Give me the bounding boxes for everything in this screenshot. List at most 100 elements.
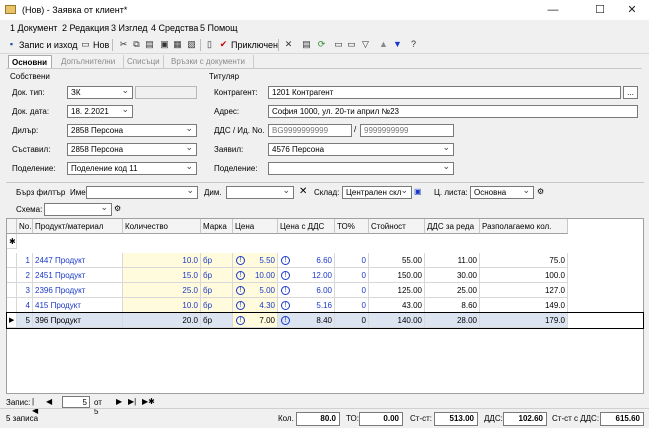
cell-no[interactable]: 4 [17, 298, 33, 313]
cell-discount[interactable]: 0 [335, 313, 369, 328]
price-info-icon[interactable]: ! [236, 301, 245, 310]
cell-discount[interactable]: 0 [335, 253, 369, 268]
table-row[interactable]: 3 2396 Продукт 25.0 бр! 5.00! 6.00 0 125.00 25.0… [7, 283, 643, 298]
last-record-button[interactable]: ▶| [128, 397, 136, 406]
cell-quantity[interactable]: 15.0 [123, 268, 201, 283]
row-selector[interactable] [7, 268, 17, 283]
schema-select[interactable] [44, 203, 112, 216]
menu-document[interactable]: 1 Документ [10, 23, 57, 33]
doc-date-field[interactable]: 18. 2.2021 [67, 105, 133, 118]
cell-value[interactable]: 140.00 [369, 313, 425, 328]
col-quantity[interactable]: Количество [123, 219, 201, 234]
address-field[interactable]: София 1000, ул. 20-ти април №23 [268, 105, 638, 118]
cell-brand[interactable]: бр [201, 298, 233, 313]
cell-price[interactable]: ! 5.50 [233, 253, 278, 268]
cell-available[interactable]: 179.0 [480, 313, 568, 328]
items-grid[interactable]: No. Продукт/материал Количество Марка Це… [6, 218, 644, 394]
row-selector[interactable] [7, 253, 17, 268]
price-info-icon[interactable]: ! [236, 271, 245, 280]
cell-available[interactable]: 100.0 [480, 268, 568, 283]
print-icon[interactable]: ▦ [172, 39, 183, 50]
cell-no[interactable]: 3 [17, 283, 33, 298]
id-number-field[interactable]: 9999999999 [360, 124, 454, 137]
paste-icon[interactable]: ▤ [144, 39, 155, 50]
tab-doc-links[interactable]: Връзки с документи [168, 55, 254, 68]
table-row[interactable]: ▶ 5 396 Продукт 20.0 бр! 7.00! 8.40 0 140.00 28.0… [6, 312, 644, 329]
cell-no[interactable]: 2 [17, 268, 33, 283]
new-button[interactable]: Нов [93, 38, 109, 52]
cell-row-vat[interactable]: 28.00 [425, 313, 480, 328]
page-icon[interactable]: ▭ [333, 39, 344, 50]
contragent-browse-button[interactable]: ... [623, 86, 638, 99]
price-info-icon[interactable]: ! [281, 301, 290, 310]
compiler-select[interactable]: 2858 Персона [67, 143, 197, 156]
document-icon[interactable]: ▯ [204, 39, 215, 50]
menu-view[interactable]: 3 Изглед [111, 23, 148, 33]
tab-main[interactable]: Основни [8, 55, 52, 68]
pricelist-select[interactable]: Основна [470, 186, 534, 199]
cell-price[interactable]: ! 5.00 [233, 283, 278, 298]
table-row[interactable]: 2 2451 Продукт 15.0 бр! 10.00! 12.00 0 150.00 30… [7, 268, 643, 283]
cell-brand[interactable]: бр [201, 268, 233, 283]
cell-price-vat[interactable]: ! 12.00 [278, 268, 335, 283]
cell-available[interactable]: 75.0 [480, 253, 568, 268]
cell-no[interactable]: 5 [17, 313, 33, 328]
close-button[interactable]: ✕ [617, 2, 647, 18]
price-info-icon[interactable]: ! [236, 256, 245, 265]
dealer-select[interactable]: 2858 Персона [67, 124, 197, 137]
export-icon[interactable]: ▧ [186, 39, 197, 50]
cell-quantity[interactable]: 25.0 [123, 283, 201, 298]
page-copy-icon[interactable]: ▭ [346, 39, 357, 50]
warehouse-options-icon[interactable]: ▣ [414, 187, 422, 196]
tab-additional[interactable]: Допълнителни [58, 55, 124, 68]
cell-brand[interactable]: бр [201, 253, 233, 268]
division-select[interactable]: Поделение код 11 [67, 162, 197, 175]
col-product[interactable]: Продукт/материал [33, 219, 123, 234]
row-selector[interactable] [7, 298, 17, 313]
insert-row-icon[interactable]: ▤ [301, 39, 312, 50]
cell-value[interactable]: 43.00 [369, 298, 425, 313]
menu-tools[interactable]: 4 Средства [151, 23, 198, 33]
next-record-button[interactable]: ▶ [116, 397, 122, 406]
schema-options-icon[interactable]: ⚙ [114, 204, 121, 213]
current-record-field[interactable]: 5 [62, 396, 90, 408]
dim-filter-select[interactable] [226, 186, 294, 199]
save-exit-button[interactable]: Запис и изход [19, 38, 77, 52]
cell-value[interactable]: 55.00 [369, 253, 425, 268]
cell-product[interactable]: 415 Продукт [33, 298, 123, 313]
contragent-field[interactable]: 1201 Контрагент [268, 86, 621, 99]
print-preview-icon[interactable]: ▣ [159, 39, 170, 50]
cell-available[interactable]: 149.0 [480, 298, 568, 313]
cell-product[interactable]: 2451 Продукт [33, 268, 123, 283]
cell-discount[interactable]: 0 [335, 298, 369, 313]
cell-price-vat[interactable]: ! 5.16 [278, 298, 335, 313]
doc-number-field[interactable] [135, 86, 197, 99]
table-row[interactable]: 4 415 Продукт 10.0 бр! 4.30! 5.16 0 43.00 8.60 14… [7, 298, 643, 313]
col-discount[interactable]: ТО% [335, 219, 369, 234]
maximize-button[interactable]: ☐ [585, 2, 615, 18]
filter-icon[interactable]: ▽ [360, 39, 371, 50]
menu-edit[interactable]: 2 Редакция [62, 23, 109, 33]
cell-price[interactable]: ! 4.30 [233, 298, 278, 313]
menu-help[interactable]: 5 Помощ [200, 23, 238, 33]
row-selector[interactable]: ▶ [7, 313, 17, 328]
delete-icon[interactable]: ✕ [283, 39, 294, 50]
col-no[interactable]: No. [17, 219, 33, 234]
cell-available[interactable]: 127.0 [480, 283, 568, 298]
col-available[interactable]: Разполагаемо кол. [480, 219, 568, 234]
name-filter-select[interactable] [86, 186, 198, 199]
new-row[interactable]: ✱ [7, 234, 643, 249]
col-price-vat[interactable]: Цена с ДДС [278, 219, 335, 234]
doc-type-select[interactable]: ЗК [67, 86, 133, 99]
cell-price[interactable]: ! 10.00 [233, 268, 278, 283]
copy-icon[interactable]: ⧉ [131, 39, 142, 50]
vat-number-field[interactable]: BG9999999999 [268, 124, 352, 137]
cell-no[interactable]: 1 [17, 253, 33, 268]
cell-quantity[interactable]: 20.0 [123, 313, 201, 328]
new-record-button[interactable]: ▶✱ [142, 397, 155, 406]
clear-filter-icon[interactable]: ✕ [299, 186, 307, 197]
price-info-icon[interactable]: ! [281, 316, 290, 325]
price-info-icon[interactable]: ! [236, 316, 245, 325]
cell-quantity[interactable]: 10.0 [123, 253, 201, 268]
refresh-icon[interactable]: ⟳ [316, 39, 327, 50]
